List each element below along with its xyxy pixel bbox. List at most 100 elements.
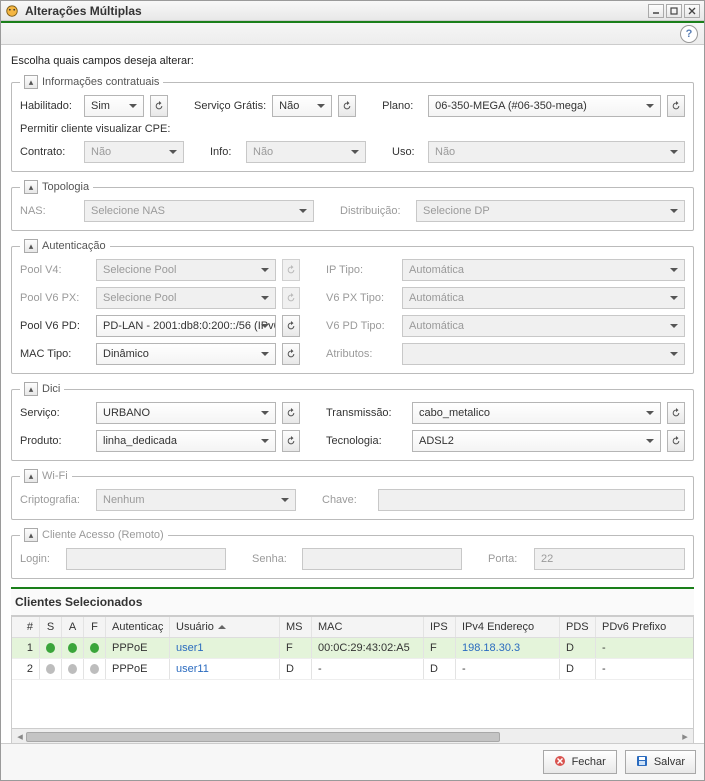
- col-ip4[interactable]: IPv4 Endereço: [456, 617, 560, 637]
- reset-mactipo[interactable]: [282, 343, 300, 365]
- minimize-button[interactable]: [648, 4, 664, 18]
- col-pds[interactable]: PDS: [560, 617, 596, 637]
- select-v6pdtipo[interactable]: Automática: [402, 315, 685, 337]
- group-contratuais: ▴ Informações contratuais Habilitado: Si…: [11, 75, 694, 172]
- collapse-toggle[interactable]: ▴: [24, 180, 38, 194]
- table-row[interactable]: 1PPPoEuser1F00:0C:29:43:02:A5F198.18.30.…: [12, 638, 693, 659]
- instruction-text: Escolha quais campos deseja alterar:: [11, 55, 694, 67]
- col-s[interactable]: S: [40, 617, 62, 637]
- reset-plano[interactable]: [667, 95, 685, 117]
- input-senha[interactable]: [302, 548, 462, 570]
- label-servico-gratis: Serviço Grátis:: [194, 100, 266, 112]
- col-mac[interactable]: MAC: [312, 617, 424, 637]
- select-plano[interactable]: 06-350-MEGA (#06-350-mega): [428, 95, 661, 117]
- select-transmissao[interactable]: cabo_metalico: [412, 402, 661, 424]
- cell-s: [40, 659, 62, 679]
- user-link[interactable]: user11: [176, 663, 209, 675]
- collapse-toggle[interactable]: ▴: [24, 75, 38, 89]
- scroll-thumb[interactable]: [26, 732, 500, 742]
- maximize-button[interactable]: [666, 4, 682, 18]
- select-atributos[interactable]: [402, 343, 685, 365]
- clients-grid: # S A F Autenticaç Usuário MS MAC IPS IP…: [11, 616, 694, 743]
- label-cripto: Criptografia:: [20, 494, 90, 506]
- reset-servico-gratis[interactable]: [338, 95, 356, 117]
- select-uso[interactable]: Não: [428, 141, 685, 163]
- group-topologia: ▴ Topologia NAS: Selecione NAS Distribui…: [11, 180, 694, 231]
- group-remoto: ▴ Cliente Acesso (Remoto) Login: Senha: …: [11, 528, 694, 579]
- select-info[interactable]: Não: [246, 141, 366, 163]
- select-habilitado[interactable]: Sim: [84, 95, 144, 117]
- select-poolv6pd[interactable]: PD-LAN - 2001:db8:0:200::/56 (IPv6: [96, 315, 276, 337]
- cell-auth: PPPoE: [106, 659, 170, 679]
- reset-servico[interactable]: [282, 402, 300, 424]
- collapse-toggle[interactable]: ▴: [24, 382, 38, 396]
- reset-tecnologia[interactable]: [667, 430, 685, 452]
- close-button[interactable]: [684, 4, 700, 18]
- select-nas[interactable]: Selecione NAS: [84, 200, 314, 222]
- col-f[interactable]: F: [84, 617, 106, 637]
- reset-poolv6pd[interactable]: [282, 315, 300, 337]
- cell-pd6: -: [596, 659, 686, 679]
- input-chave[interactable]: [378, 489, 685, 511]
- col-idx[interactable]: #: [12, 617, 40, 637]
- user-link[interactable]: user1: [176, 642, 204, 654]
- label-tecnologia: Tecnologia:: [326, 435, 406, 447]
- horizontal-scrollbar[interactable]: ◂ ▸: [12, 728, 693, 743]
- label-mactipo: MAC Tipo:: [20, 348, 90, 360]
- label-plano: Plano:: [382, 100, 422, 112]
- cell-ips: F: [424, 638, 456, 658]
- save-button[interactable]: Salvar: [625, 750, 696, 774]
- window: Alterações Múltiplas ? Escolha quais cam…: [0, 0, 705, 781]
- cell-ip4: -: [456, 659, 560, 679]
- cell-ms: D: [280, 659, 312, 679]
- help-button[interactable]: ?: [680, 25, 698, 43]
- input-porta[interactable]: 22: [534, 548, 685, 570]
- cell-pds: D: [560, 659, 596, 679]
- select-tecnologia[interactable]: ADSL2: [412, 430, 661, 452]
- cell-pds: D: [560, 638, 596, 658]
- label-porta: Porta:: [488, 553, 528, 565]
- label-uso: Uso:: [392, 146, 422, 158]
- select-iptipo[interactable]: Automática: [402, 259, 685, 281]
- ipv4-link[interactable]: 198.18.30.3: [462, 642, 520, 654]
- select-servico-gratis[interactable]: Não: [272, 95, 332, 117]
- reset-produto[interactable]: [282, 430, 300, 452]
- col-pd6[interactable]: PDv6 Prefixo: [596, 617, 686, 637]
- col-ips[interactable]: IPS: [424, 617, 456, 637]
- cell-s: [40, 638, 62, 658]
- reset-habilitado[interactable]: [150, 95, 168, 117]
- grid-header: # S A F Autenticaç Usuário MS MAC IPS IP…: [12, 617, 693, 638]
- table-row[interactable]: 2PPPoEuser11D-D-D-: [12, 659, 693, 680]
- select-servico[interactable]: URBANO: [96, 402, 276, 424]
- cell-idx: 2: [12, 659, 40, 679]
- collapse-toggle[interactable]: ▴: [24, 239, 38, 253]
- collapse-toggle[interactable]: ▴: [24, 528, 38, 542]
- label-contrato: Contrato:: [20, 146, 78, 158]
- col-auth[interactable]: Autenticaç: [106, 617, 170, 637]
- input-login[interactable]: [66, 548, 226, 570]
- select-poolv6px[interactable]: Selecione Pool: [96, 287, 276, 309]
- label-nas: NAS:: [20, 205, 78, 217]
- cell-ms: F: [280, 638, 312, 658]
- close-button[interactable]: Fechar: [543, 750, 617, 774]
- col-ms[interactable]: MS: [280, 617, 312, 637]
- label-iptipo: IP Tipo:: [326, 264, 396, 276]
- col-a[interactable]: A: [62, 617, 84, 637]
- collapse-toggle[interactable]: ▴: [24, 469, 38, 483]
- status-dot: [68, 643, 77, 653]
- reset-transmissao[interactable]: [667, 402, 685, 424]
- select-poolv4[interactable]: Selecione Pool: [96, 259, 276, 281]
- select-contrato[interactable]: Não: [84, 141, 184, 163]
- select-cripto[interactable]: Nenhum: [96, 489, 296, 511]
- select-produto[interactable]: linha_dedicada: [96, 430, 276, 452]
- form-body: Escolha quais campos deseja alterar: ▴ I…: [1, 45, 704, 743]
- select-v6pxtipo[interactable]: Automática: [402, 287, 685, 309]
- group-wifi: ▴ Wi-Fi Criptografia: Nenhum Chave:: [11, 469, 694, 520]
- window-buttons: [648, 4, 700, 18]
- cell-a: [62, 638, 84, 658]
- footer: Fechar Salvar: [1, 743, 704, 780]
- select-mactipo[interactable]: Dinâmico: [96, 343, 276, 365]
- select-distribuicao[interactable]: Selecione DP: [416, 200, 685, 222]
- label-v6pdtipo: V6 PD Tipo:: [326, 320, 396, 332]
- col-user[interactable]: Usuário: [170, 617, 280, 637]
